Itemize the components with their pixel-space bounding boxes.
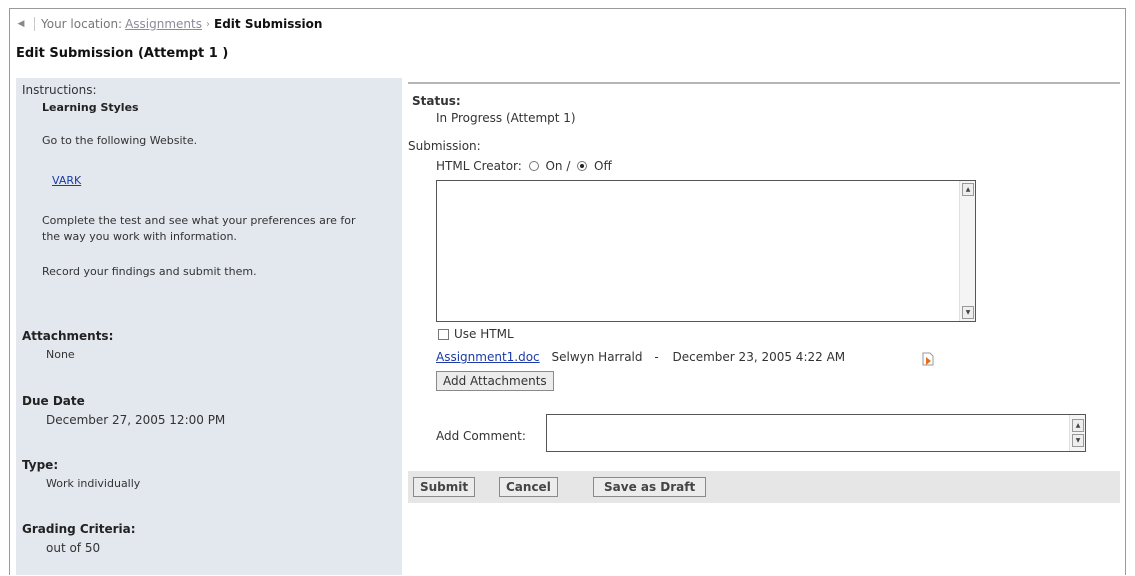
breadcrumb-current: Edit Submission bbox=[214, 17, 323, 31]
due-date-label: Due Date bbox=[22, 394, 85, 408]
instructions-line-2a: Complete the test and see what your pref… bbox=[42, 214, 356, 227]
html-creator-off-label: Off bbox=[594, 159, 612, 173]
html-creator-row: HTML Creator: On / Off bbox=[436, 159, 612, 173]
attachment-dash: - bbox=[654, 350, 659, 364]
save-as-draft-button[interactable]: Save as Draft bbox=[593, 477, 707, 497]
html-creator-on-radio[interactable] bbox=[528, 161, 539, 171]
attachment-row: Assignment1.doc Selwyn Harrald - Decembe… bbox=[436, 350, 845, 364]
type-label: Type: bbox=[22, 458, 59, 472]
status-label: Status: bbox=[412, 94, 461, 108]
instructions-title: Learning Styles bbox=[42, 101, 139, 114]
add-comment-textarea[interactable]: ▲ ▼ bbox=[546, 414, 1086, 452]
breadcrumb-prefix: Your location: bbox=[41, 17, 123, 31]
breadcrumb: ◀ Your location: Assignments › Edit Subm… bbox=[10, 9, 1125, 39]
add-attachments-button[interactable]: Add Attachments bbox=[436, 371, 554, 391]
instructions-line-2b: the way you work with information. bbox=[42, 230, 237, 243]
attachment-date: December 23, 2005 4:22 AM bbox=[672, 350, 846, 364]
instructions-label: Instructions: bbox=[22, 83, 97, 97]
attachment-author: Selwyn Harrald bbox=[551, 350, 643, 364]
assignment-frame: ◀ Your location: Assignments › Edit Subm… bbox=[9, 8, 1126, 575]
grading-criteria-label: Grading Criteria: bbox=[22, 522, 136, 536]
type-value: Work individually bbox=[46, 477, 141, 490]
instructions-line-3: Record your findings and submit them. bbox=[42, 265, 257, 278]
submission-textarea[interactable]: ▲ ▼ bbox=[436, 180, 976, 322]
breadcrumb-separator: › bbox=[206, 18, 210, 30]
comment-scroll-up-icon[interactable]: ▲ bbox=[1072, 419, 1084, 432]
submit-button[interactable]: Submit bbox=[413, 477, 476, 497]
attachments-label: Attachments: bbox=[22, 329, 114, 343]
attachments-value: None bbox=[46, 348, 75, 361]
attachment-file-link[interactable]: Assignment1.doc bbox=[436, 350, 540, 364]
assignment-info-panel: Instructions: Learning Styles Go to the … bbox=[16, 78, 402, 575]
page-title: Edit Submission (Attempt 1 ) bbox=[16, 46, 229, 61]
html-creator-label: HTML Creator: bbox=[436, 159, 522, 173]
section-divider bbox=[408, 82, 1120, 84]
scroll-up-icon[interactable]: ▲ bbox=[962, 183, 974, 196]
grading-criteria-value: out of 50 bbox=[46, 541, 101, 555]
submission-scrollbar[interactable]: ▲ ▼ bbox=[959, 181, 975, 321]
due-date-value: December 27, 2005 12:00 PM bbox=[46, 413, 226, 427]
status-value: In Progress (Attempt 1) bbox=[436, 111, 576, 125]
submission-label: Submission: bbox=[408, 139, 481, 153]
use-html-label: Use HTML bbox=[454, 327, 514, 341]
html-creator-off-radio[interactable] bbox=[577, 161, 588, 171]
breadcrumb-link-assignments[interactable]: Assignments bbox=[125, 17, 202, 31]
comment-scrollbar[interactable]: ▲ ▼ bbox=[1069, 415, 1085, 451]
scroll-down-icon[interactable]: ▼ bbox=[962, 306, 974, 319]
use-html-checkbox[interactable] bbox=[438, 329, 449, 340]
add-comment-label: Add Comment: bbox=[436, 429, 526, 443]
comment-scroll-down-icon[interactable]: ▼ bbox=[1072, 434, 1084, 447]
back-arrow-icon[interactable]: ◀ bbox=[14, 17, 35, 31]
vark-link[interactable]: VARK bbox=[52, 174, 81, 187]
instructions-line-1: Go to the following Website. bbox=[42, 134, 198, 147]
remove-attachment-icon[interactable] bbox=[922, 352, 934, 366]
html-creator-on-label: On / bbox=[545, 159, 571, 173]
cancel-button[interactable]: Cancel bbox=[499, 477, 558, 497]
